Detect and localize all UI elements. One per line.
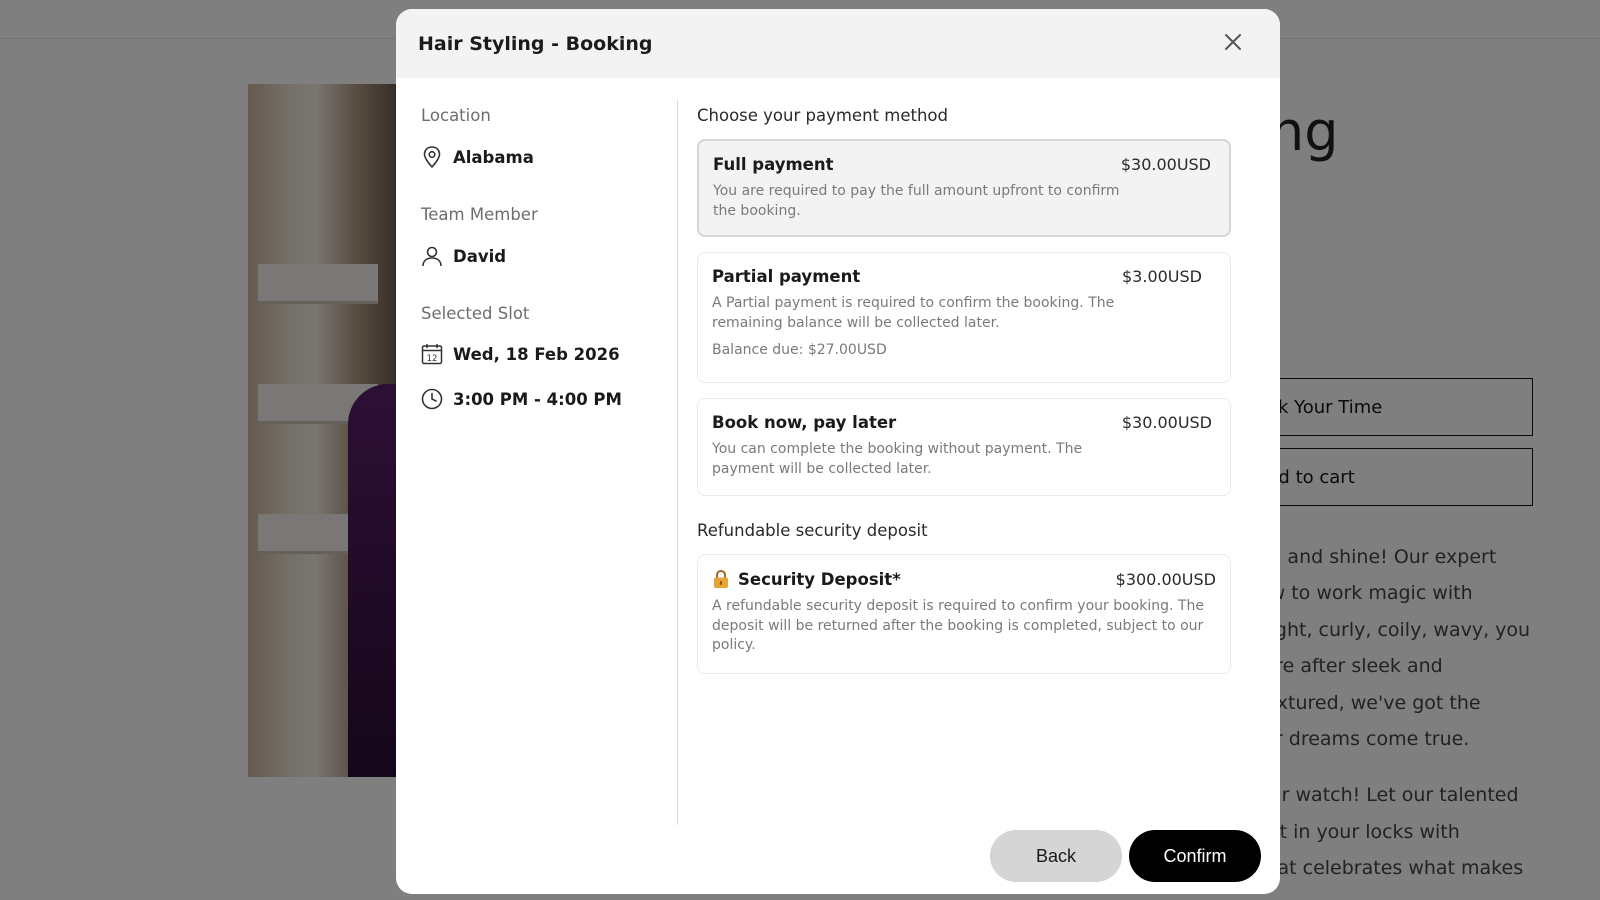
location-row: Alabama [421,146,534,169]
team-member-value: David [453,246,507,266]
location-label: Location [421,106,491,125]
payment-option-partial[interactable]: Partial payment $3.00USD A Partial payme… [697,252,1231,383]
back-button[interactable]: Back [990,830,1122,882]
slot-time-row: 3:00 PM - 4:00 PM [421,388,622,410]
deposit-title: Refundable security deposit [697,521,928,540]
deposit-description: A refundable security deposit is require… [712,598,1204,653]
slot-time-value: 3:00 PM - 4:00 PM [453,389,622,409]
column-divider [677,100,678,825]
payment-option-description: You are required to pay the full amount … [713,183,1120,219]
balance-due: Balance due: $27.00USD [712,342,887,358]
slot-date-value: Wed, 18 Feb 2026 [453,344,620,364]
selected-slot-label: Selected Slot [421,304,530,323]
payment-option-price: $3.00USD [1122,267,1202,286]
lock-icon [714,569,728,588]
payment-option-price: $30.00USD [1120,155,1211,174]
modal-header: Hair Styling - Booking [396,9,1280,78]
team-member-label: Team Member [421,205,538,224]
payment-option-pay-later[interactable]: Book now, pay later $30.00USD You can co… [697,398,1231,496]
payment-option-description: You can complete the booking without pay… [712,441,1083,477]
location-value: Alabama [453,147,534,167]
payment-option-name: Partial payment [712,267,861,286]
booking-modal: Hair Styling - Booking Location Alabama … [396,9,1280,894]
payment-option-description: A Partial payment is required to confirm… [712,295,1115,331]
modal-title: Hair Styling - Booking [418,32,653,55]
clock-icon [421,388,443,410]
deposit-name: Security Deposit* [738,569,901,589]
deposit-price: $300.00USD [1115,569,1216,589]
user-icon [421,245,443,267]
payment-option-name: Book now, pay later [712,413,897,432]
confirm-button[interactable]: Confirm [1129,830,1261,882]
close-button[interactable] [1216,25,1250,59]
slot-date-row: 12 Wed, 18 Feb 2026 [421,343,620,365]
payment-option-price: $30.00USD [1121,413,1212,432]
calendar-day-text: 12 [427,354,438,364]
security-deposit-card: Security Deposit* $300.00USD A refundabl… [697,554,1231,674]
map-pin-icon [421,146,443,169]
payment-method-title: Choose your payment method [697,106,948,125]
team-member-row: David [421,245,506,267]
close-icon [1225,34,1241,50]
payment-option-name: Full payment [713,155,834,174]
calendar-icon: 12 [421,343,443,365]
payment-option-full[interactable]: Full payment $30.00USD You are required … [697,139,1231,237]
